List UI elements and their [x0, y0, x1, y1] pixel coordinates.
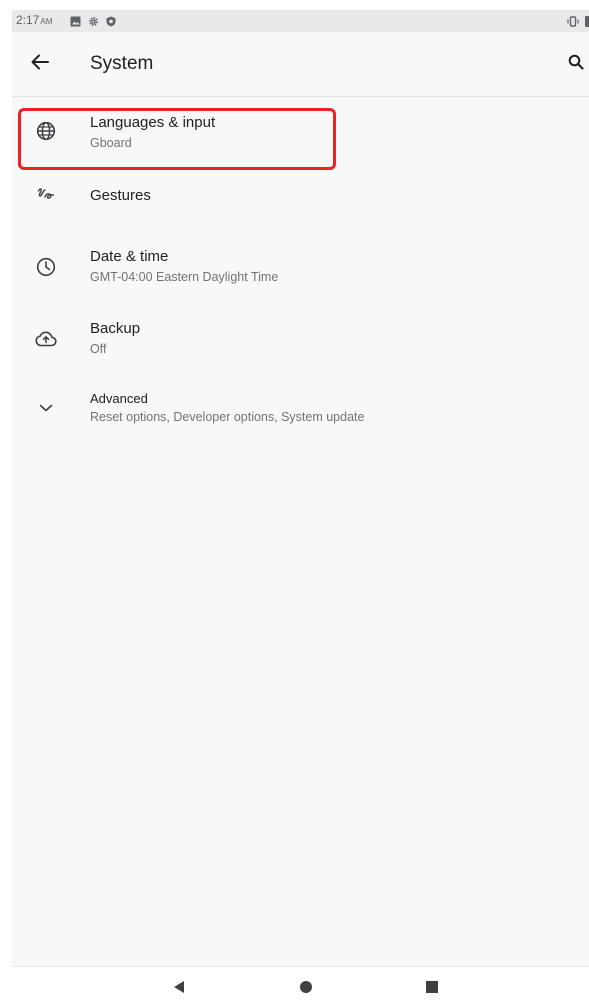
nav-recents-button[interactable]: [420, 977, 444, 1001]
nav-back-button[interactable]: [167, 977, 191, 1001]
back-triangle-icon: [172, 980, 186, 999]
chevron-down-icon: [34, 396, 58, 420]
recents-square-icon: [425, 980, 439, 999]
clock-text: 2:17: [16, 13, 40, 27]
gestures-item[interactable]: Gestures: [12, 169, 589, 223]
notification-icons: [70, 14, 116, 32]
cloud-upload-icon: [34, 327, 58, 351]
page-title: System: [90, 53, 154, 74]
backup-title: Backup: [90, 320, 141, 337]
globe-icon: [34, 119, 58, 143]
system-status-icons: [567, 14, 589, 32]
languages-input-item[interactable]: Languages & input Gboard: [12, 97, 589, 163]
shield-icon: [106, 14, 116, 32]
gestures-title: Gestures: [90, 187, 151, 204]
date-time-item[interactable]: Date & time GMT-04:00 Eastern Daylight T…: [12, 233, 589, 299]
gestures-icon: [34, 182, 58, 206]
settings-gear-icon: [88, 14, 99, 32]
advanced-item[interactable]: Advanced Reset options, Developer option…: [12, 373, 589, 439]
android-screen: 2:17AM System Languages & input Gboard G…: [12, 10, 589, 1006]
back-button[interactable]: [26, 50, 54, 78]
languages-input-title: Languages & input: [90, 114, 216, 131]
vibrate-icon: [567, 14, 579, 32]
backup-item[interactable]: Backup Off: [12, 303, 589, 369]
battery-icon: [585, 14, 589, 32]
search-icon: [568, 54, 584, 75]
advanced-summary: Reset options, Developer options, System…: [90, 410, 365, 424]
status-bar: 2:17AM: [12, 10, 589, 32]
date-time-summary: GMT-04:00 Eastern Daylight Time: [90, 270, 279, 284]
clock-icon: [34, 255, 58, 279]
advanced-title: Advanced: [90, 391, 148, 406]
app-bar: System: [12, 32, 589, 97]
date-time-title: Date & time: [90, 248, 169, 265]
languages-input-summary: Gboard: [90, 136, 132, 150]
status-time: 2:17AM: [16, 13, 52, 27]
backup-summary: Off: [90, 342, 107, 356]
navigation-bar: [12, 966, 589, 1006]
search-button[interactable]: [563, 51, 589, 77]
nav-home-button[interactable]: [294, 977, 318, 1001]
image-icon: [70, 14, 81, 32]
arrow-back-icon: [31, 54, 49, 75]
clock-ampm: AM: [40, 17, 53, 26]
home-circle-icon: [299, 980, 313, 999]
